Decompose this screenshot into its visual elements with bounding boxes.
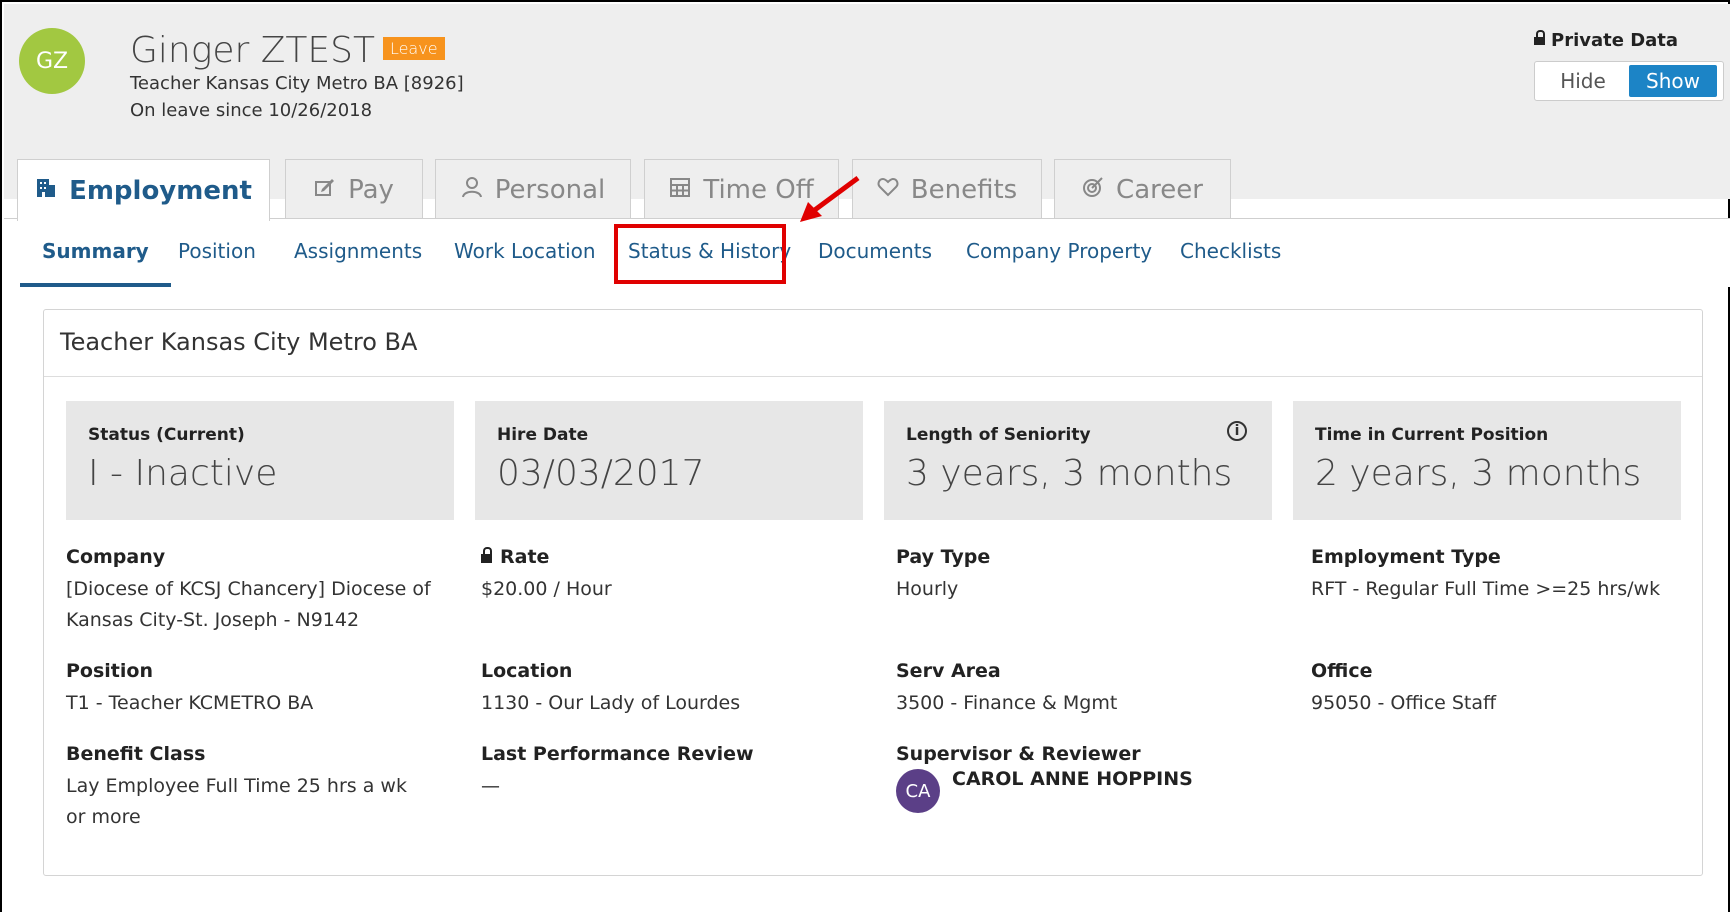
employment-summary-card: Teacher Kansas City Metro BA Status (Cur… xyxy=(43,309,1703,876)
rate-label-text: Rate xyxy=(500,546,550,568)
field-label: Supervisor & Reviewer xyxy=(896,743,1141,765)
field-rate: Rate $20.00 / Hour xyxy=(481,546,871,605)
annotation-arrow-icon xyxy=(800,175,860,222)
subtab-assignments[interactable]: Assignments xyxy=(294,219,422,283)
field-label: Pay Type xyxy=(896,546,991,568)
stat-status-current: Status (Current) I - Inactive xyxy=(66,401,454,520)
field-label: Rate xyxy=(481,546,871,568)
field-position: Position T1 - Teacher KCMETRO BA xyxy=(66,660,456,719)
leave-since-line: On leave since 10/26/2018 xyxy=(130,100,373,121)
field-label: Location xyxy=(481,660,573,682)
field-employment-type: Employment Type RFT - Regular Full Time … xyxy=(1311,546,1701,605)
tab-personal[interactable]: Personal xyxy=(435,159,631,219)
stat-value: 3 years, 3 months xyxy=(906,453,1233,494)
stat-value: 2 years, 3 months xyxy=(1315,453,1642,494)
field-label: Company xyxy=(66,546,166,568)
field-value: — xyxy=(481,775,500,797)
field-value: Lay Employee Full Time 25 hrs a wk or mo… xyxy=(66,775,407,828)
subtab-checklists[interactable]: Checklists xyxy=(1180,219,1281,283)
employee-name-text: Ginger ZTEST xyxy=(130,30,375,71)
heart-icon xyxy=(877,176,899,204)
stat-label: Status (Current) xyxy=(88,425,245,445)
field-pay-type: Pay Type Hourly xyxy=(896,546,1286,605)
show-button[interactable]: Show xyxy=(1629,65,1717,97)
tab-pay[interactable]: Pay xyxy=(285,159,423,219)
app-frame: GZ Ginger ZTEST Leave Teacher Kansas City… xyxy=(0,0,1730,912)
stat-hire-date: Hire Date 03/03/2017 xyxy=(475,401,863,520)
leave-status-badge: Leave xyxy=(382,36,445,60)
field-supervisor-reviewer: Supervisor & Reviewer CA CAROL ANNE HOPP… xyxy=(896,743,1286,813)
field-label: Serv Area xyxy=(896,660,1001,682)
field-company: Company [Diocese of KCSJ Chancery] Dioce… xyxy=(66,546,456,636)
lock-icon xyxy=(481,546,492,563)
field-value: 95050 - Office Staff xyxy=(1311,692,1497,714)
stat-label: Hire Date xyxy=(497,425,589,445)
stat-value: I - Inactive xyxy=(88,453,278,494)
tab-employment-label: Employment xyxy=(69,175,252,206)
field-label: Position xyxy=(66,660,153,682)
stat-label: Time in Current Position xyxy=(1315,425,1549,445)
subtab-summary[interactable]: Summary xyxy=(20,219,171,287)
subtab-position[interactable]: Position xyxy=(178,219,256,283)
stat-length-of-seniority: Length of Seniority 3 years, 3 months i xyxy=(884,401,1272,520)
field-label: Employment Type xyxy=(1311,546,1501,568)
lock-icon xyxy=(1534,30,1545,45)
card-title: Teacher Kansas City Metro BA xyxy=(60,328,418,356)
field-value: Hourly xyxy=(896,578,959,600)
field-value: $20.00 / Hour xyxy=(481,578,612,600)
building-icon xyxy=(35,177,57,205)
field-label: Benefit Class xyxy=(66,743,206,765)
field-label: Last Performance Review xyxy=(481,743,754,765)
subtab-work-location[interactable]: Work Location xyxy=(454,219,596,283)
private-data-text: Private Data xyxy=(1551,30,1679,51)
field-value: 3500 - Finance & Mgmt xyxy=(896,692,1118,714)
employee-name: Ginger ZTEST Leave xyxy=(130,30,445,71)
hide-button[interactable]: Hide xyxy=(1543,65,1623,97)
supervisor-entry[interactable]: CA CAROL ANNE HOPPINS xyxy=(896,768,1286,813)
tab-benefits-label: Benefits xyxy=(910,174,1018,205)
private-data-toggle: Hide Show xyxy=(1534,61,1724,101)
field-value: T1 - Teacher KCMETRO BA xyxy=(66,692,314,714)
field-last-performance-review: Last Performance Review — xyxy=(481,743,871,802)
field-label: Office xyxy=(1311,660,1373,682)
card-divider xyxy=(44,376,1702,377)
tab-employment[interactable]: Employment xyxy=(17,159,270,221)
calendar-grid-icon xyxy=(669,176,691,204)
tab-career[interactable]: Career xyxy=(1054,159,1231,219)
job-title-line: Teacher Kansas City Metro BA [8926] xyxy=(130,73,464,94)
field-office: Office 95050 - Office Staff xyxy=(1311,660,1701,719)
private-data-label: Private Data xyxy=(1534,30,1678,51)
tab-career-label: Career xyxy=(1116,174,1203,205)
field-value: [Diocese of KCSJ Chancery] Diocese of Ka… xyxy=(66,578,431,631)
supervisor-name[interactable]: CAROL ANNE HOPPINS xyxy=(952,768,1193,790)
stat-time-in-position: Time in Current Position 2 years, 3 mont… xyxy=(1293,401,1681,520)
subtab-company-property[interactable]: Company Property xyxy=(966,219,1152,283)
person-icon xyxy=(461,176,483,204)
tab-pay-label: Pay xyxy=(348,174,394,205)
edit-icon xyxy=(314,176,336,204)
info-icon[interactable]: i xyxy=(1227,421,1247,441)
stat-value: 03/03/2017 xyxy=(497,453,705,494)
field-value: RFT - Regular Full Time >=25 hrs/wk xyxy=(1311,578,1661,600)
field-serv-area: Serv Area 3500 - Finance & Mgmt xyxy=(896,660,1286,719)
field-value: 1130 - Our Lady of Lourdes xyxy=(481,692,741,714)
field-location: Location 1130 - Our Lady of Lourdes xyxy=(481,660,871,719)
stat-label: Length of Seniority xyxy=(906,425,1091,445)
supervisor-avatar: CA xyxy=(896,769,940,813)
tab-benefits[interactable]: Benefits xyxy=(852,159,1042,219)
annotation-highlight-box xyxy=(614,224,786,284)
tab-personal-label: Personal xyxy=(494,174,606,205)
field-benefit-class: Benefit Class Lay Employee Full Time 25 … xyxy=(66,743,426,833)
employee-avatar: GZ xyxy=(19,28,85,94)
target-icon xyxy=(1082,176,1104,204)
